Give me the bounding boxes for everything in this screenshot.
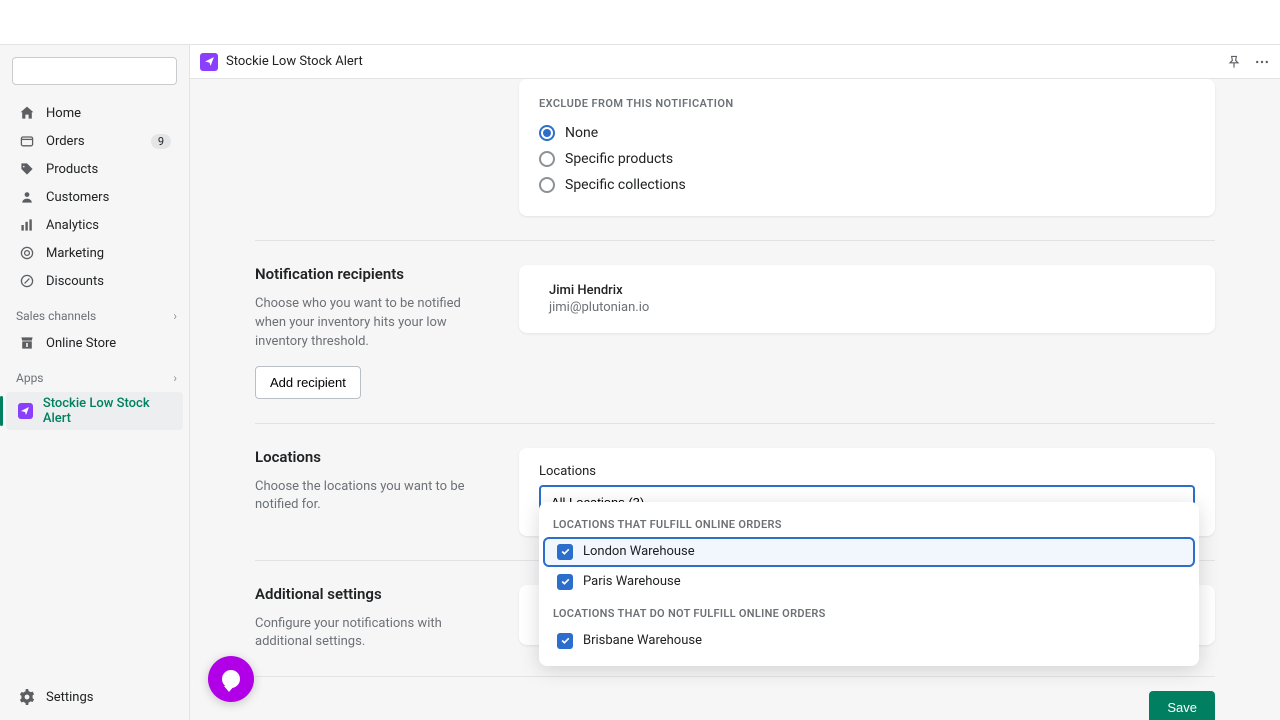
radio-none[interactable]: None [539, 120, 1195, 146]
location-label: London Warehouse [583, 544, 695, 559]
nav-label: Stockie Low Stock Alert [43, 396, 171, 426]
customers-icon [18, 188, 36, 206]
save-button[interactable]: Save [1149, 691, 1215, 720]
nav-label: Products [46, 162, 98, 177]
radio-label: Specific collections [565, 177, 686, 193]
nav-label: Customers [46, 190, 109, 205]
recipient-name: Jimi Hendrix [549, 283, 1195, 298]
dropdown-group-heading: LOCATIONS THAT FULFILL ONLINE ORDERS [539, 512, 1199, 537]
orders-icon [18, 132, 36, 150]
nav-products[interactable]: Products [6, 156, 183, 182]
location-option-brisbane[interactable]: Brisbane Warehouse [543, 626, 1195, 656]
section-exclude: EXCLUDE FROM THIS NOTIFICATION None Spec… [255, 79, 1215, 241]
app-icon [18, 403, 33, 419]
marketing-icon [18, 244, 36, 262]
recipients-desc: Choose who you want to be notified when … [255, 295, 495, 352]
recipients-title: Notification recipients [255, 265, 495, 283]
add-recipient-button[interactable]: Add recipient [255, 366, 361, 399]
discounts-icon [18, 272, 36, 290]
nav-label: Analytics [46, 218, 99, 233]
nav-label: Home [46, 106, 81, 121]
section-locations: Locations Choose the locations you want … [255, 424, 1215, 561]
checkbox-checked-icon [557, 574, 573, 590]
location-option-paris[interactable]: Paris Warehouse [543, 567, 1195, 597]
nav-orders[interactable]: Orders 9 [6, 128, 183, 154]
store-icon [18, 334, 36, 352]
nav-label: Marketing [46, 246, 104, 261]
chevron-right-icon: › [173, 309, 177, 323]
locations-desc: Choose the locations you want to be noti… [255, 478, 495, 516]
radio-specific-products[interactable]: Specific products [539, 146, 1195, 172]
recipient-card[interactable]: Jimi Hendrix jimi@plutonian.io [519, 265, 1215, 333]
app-title: Stockie Low Stock Alert [226, 54, 363, 69]
checkbox-checked-icon [557, 544, 573, 560]
radio-icon [539, 177, 555, 193]
location-label: Paris Warehouse [583, 574, 681, 589]
locations-dropdown: LOCATIONS THAT FULFILL ONLINE ORDERS Lon… [539, 502, 1199, 666]
nav-discounts[interactable]: Discounts [6, 268, 183, 294]
recipient-email: jimi@plutonian.io [549, 300, 1195, 315]
chevron-right-icon: › [173, 371, 177, 385]
pin-icon[interactable] [1226, 54, 1242, 70]
location-label: Brisbane Warehouse [583, 633, 702, 648]
nav-app-stockie[interactable]: Stockie Low Stock Alert [6, 392, 183, 430]
checkbox-checked-icon [557, 633, 573, 649]
chat-widget[interactable] [208, 656, 254, 702]
more-icon[interactable] [1254, 54, 1270, 70]
nav-customers[interactable]: Customers [6, 184, 183, 210]
nav-analytics[interactable]: Analytics [6, 212, 183, 238]
exclude-heading: EXCLUDE FROM THIS NOTIFICATION [539, 97, 1195, 110]
locations-field-label: Locations [539, 464, 1195, 479]
global-topbar [0, 0, 1280, 45]
nav-label: Settings [46, 690, 93, 705]
search-input[interactable] [12, 57, 177, 85]
products-icon [18, 160, 36, 178]
dropdown-group-heading: LOCATIONS THAT DO NOT FULFILL ONLINE ORD… [539, 601, 1199, 626]
chat-icon [222, 670, 240, 688]
radio-label: None [565, 125, 598, 141]
nav-label: Online Store [46, 336, 116, 351]
locations-title: Locations [255, 448, 495, 466]
nav-online-store[interactable]: Online Store [6, 330, 183, 356]
nav-home[interactable]: Home [6, 100, 183, 126]
nav-label: Orders [46, 134, 85, 149]
sales-channels-heading[interactable]: Sales channels › [0, 295, 189, 329]
radio-icon [539, 125, 555, 141]
home-icon [18, 104, 36, 122]
section-recipients: Notification recipients Choose who you w… [255, 241, 1215, 424]
orders-badge: 9 [151, 134, 171, 149]
sidebar: Home Orders 9 Products Customers Analyti… [0, 45, 190, 720]
gear-icon [18, 688, 36, 706]
radio-specific-collections[interactable]: Specific collections [539, 172, 1195, 198]
additional-desc: Configure your notifications with additi… [255, 615, 495, 653]
location-option-london[interactable]: London Warehouse [543, 537, 1195, 567]
apps-heading[interactable]: Apps › [0, 357, 189, 391]
nav-label: Discounts [46, 274, 104, 289]
additional-title: Additional settings [255, 585, 495, 603]
analytics-icon [18, 216, 36, 234]
app-logo-icon [200, 53, 218, 71]
radio-icon [539, 151, 555, 167]
nav-marketing[interactable]: Marketing [6, 240, 183, 266]
app-titlebar: Stockie Low Stock Alert [190, 45, 1280, 79]
radio-label: Specific products [565, 151, 673, 167]
nav-settings[interactable]: Settings [6, 684, 183, 710]
